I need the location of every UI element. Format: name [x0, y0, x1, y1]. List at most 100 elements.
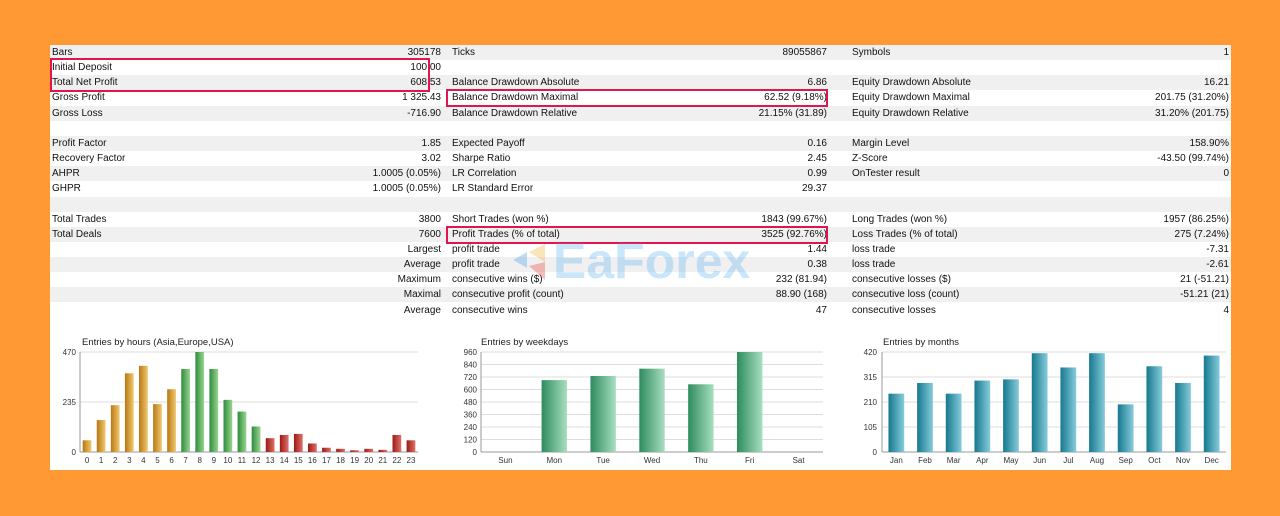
stat-label: consecutive profit (count)	[452, 289, 564, 301]
report-panel: Bars 305178 Ticks 89055867 Symbols 1 Initial D…	[50, 45, 1231, 470]
bar	[1175, 382, 1191, 452]
y-tick-label: 105	[864, 423, 878, 432]
stats-row: Gross Loss -716.90 Balance Drawdown Relati…	[50, 105, 1231, 121]
bar	[195, 352, 205, 452]
stats-row: Average profit trade 0.38 loss trade -2.61	[50, 257, 1231, 273]
stat-value: 232 (81.94)	[775, 274, 827, 286]
stat-value: Average	[403, 304, 441, 316]
stat-label: LR Correlation	[452, 168, 517, 180]
x-tick-label: 20	[364, 456, 373, 465]
stat-value: 1.0005 (0.05%)	[372, 168, 441, 180]
y-tick-label: 960	[464, 348, 478, 357]
x-tick-label: 17	[322, 456, 331, 465]
x-tick-label: 12	[252, 456, 261, 465]
chart-hours-title: Entries by hours (Asia,Europe,USA)	[82, 337, 234, 348]
bar	[82, 440, 92, 452]
stat-value: 1.44	[807, 243, 827, 255]
stat-label: Ticks	[452, 47, 475, 58]
y-tick-label: 315	[864, 373, 878, 382]
stat-value: 201.75 (31.20%)	[1155, 92, 1229, 104]
stat-label: consecutive losses ($)	[852, 274, 951, 286]
stats-row	[50, 196, 1231, 212]
stat-value: Maximum	[397, 274, 441, 286]
stats-row: Maximum consecutive wins ($) 232 (81.94) co…	[50, 272, 1231, 287]
stat-label: AHPR	[52, 168, 80, 180]
stat-value: 1957 (86.25%)	[1163, 213, 1229, 225]
stat-value: Maximal	[403, 289, 441, 301]
x-tick-label: 4	[141, 456, 146, 465]
x-tick-label: 16	[308, 456, 317, 465]
stat-value: 6.86	[807, 77, 827, 89]
x-tick-label: 5	[155, 456, 160, 465]
stat-value: 1	[1223, 47, 1229, 58]
bar	[167, 389, 176, 452]
stat-value: -51.21 (21)	[1180, 289, 1229, 301]
bar	[1146, 366, 1163, 452]
y-tick-label: 235	[63, 398, 77, 407]
stat-label: Bars	[52, 47, 73, 58]
bar	[541, 380, 567, 452]
chart-weekdays-title: Entries by weekdays	[481, 337, 569, 348]
bar	[209, 369, 219, 452]
x-tick-label: 0	[85, 456, 90, 465]
stat-label: Short Trades (won %)	[452, 213, 549, 225]
x-tick-label: 7	[183, 456, 188, 465]
stats-row: Gross Profit 1 325.43 Balance Drawdown Max…	[50, 90, 1231, 105]
x-tick-label: Jun	[1033, 456, 1046, 465]
stat-label: Gross Profit	[52, 92, 105, 104]
stat-label: Equity Drawdown Maximal	[852, 92, 970, 104]
bar	[1117, 404, 1134, 452]
y-tick-label: 240	[464, 423, 478, 432]
stat-value: -716.90	[407, 107, 441, 119]
y-tick-label: 420	[864, 348, 878, 357]
y-tick-label: 360	[464, 411, 478, 420]
y-tick-label: 0	[72, 448, 77, 457]
bar	[279, 434, 289, 452]
bar	[688, 384, 714, 452]
bar	[945, 393, 962, 452]
stat-label: loss trade	[852, 259, 896, 271]
x-tick-label: 23	[407, 456, 416, 465]
x-tick-label: Thu	[694, 456, 708, 465]
stat-label: Symbols	[852, 47, 891, 58]
x-tick-label: May	[1003, 456, 1018, 465]
stat-value: -43.50 (99.74%)	[1157, 153, 1229, 165]
x-tick-label: Mar	[947, 456, 961, 465]
stat-label: profit trade	[452, 259, 500, 271]
bar	[1089, 353, 1105, 452]
stat-value: 1843 (99.67%)	[761, 213, 827, 225]
stat-label: consecutive wins ($)	[452, 274, 543, 286]
stat-label: Profit Factor	[52, 137, 107, 149]
bar	[153, 404, 162, 452]
bar	[139, 365, 148, 452]
x-tick-label: 13	[266, 456, 275, 465]
x-tick-label: 3	[127, 456, 132, 465]
stat-label: Balance Drawdown Maximal	[452, 92, 579, 104]
stat-value: 1.0005 (0.05%)	[372, 183, 441, 195]
bar	[110, 405, 120, 452]
bar	[96, 420, 106, 452]
chart-hours: Entries by hours (Asia,Europe,USA) 0 235 4…	[50, 335, 425, 470]
stats-row: Average consecutive wins 47 consecutive los…	[50, 303, 1231, 318]
bar	[917, 382, 933, 452]
stats-row	[50, 121, 1231, 136]
stat-value: 47	[815, 304, 827, 316]
stat-value: 88.90 (168)	[775, 289, 827, 301]
stat-value: 29.37	[801, 183, 827, 195]
y-tick-label: 210	[864, 398, 878, 407]
chart-weekdays: Entries by weekdays 0 120 240 360 480 600 720 8…	[448, 335, 833, 470]
stat-value: 158.90%	[1189, 137, 1229, 149]
bar	[590, 375, 616, 452]
chart-months-svg: 0 105 210 315 420 Jan Feb Mar Apr May Jun Jul Aug Sep…	[864, 348, 1226, 465]
stat-label: Total Deals	[52, 228, 102, 240]
bar	[378, 449, 388, 452]
stat-label: Equity Drawdown Relative	[852, 107, 969, 119]
x-tick-label: 21	[378, 456, 387, 465]
bar	[1031, 353, 1048, 452]
bar	[406, 440, 416, 452]
stats-row: Initial Deposit 100.00	[50, 60, 1231, 75]
chart-weekdays-svg: 0 120 240 360 480 600 720 840 960 Sun Mon Tue Wed Thu…	[464, 348, 823, 465]
stat-label: Balance Drawdown Absolute	[452, 77, 580, 89]
stat-label: OnTester result	[852, 168, 920, 180]
bar	[1003, 379, 1019, 452]
